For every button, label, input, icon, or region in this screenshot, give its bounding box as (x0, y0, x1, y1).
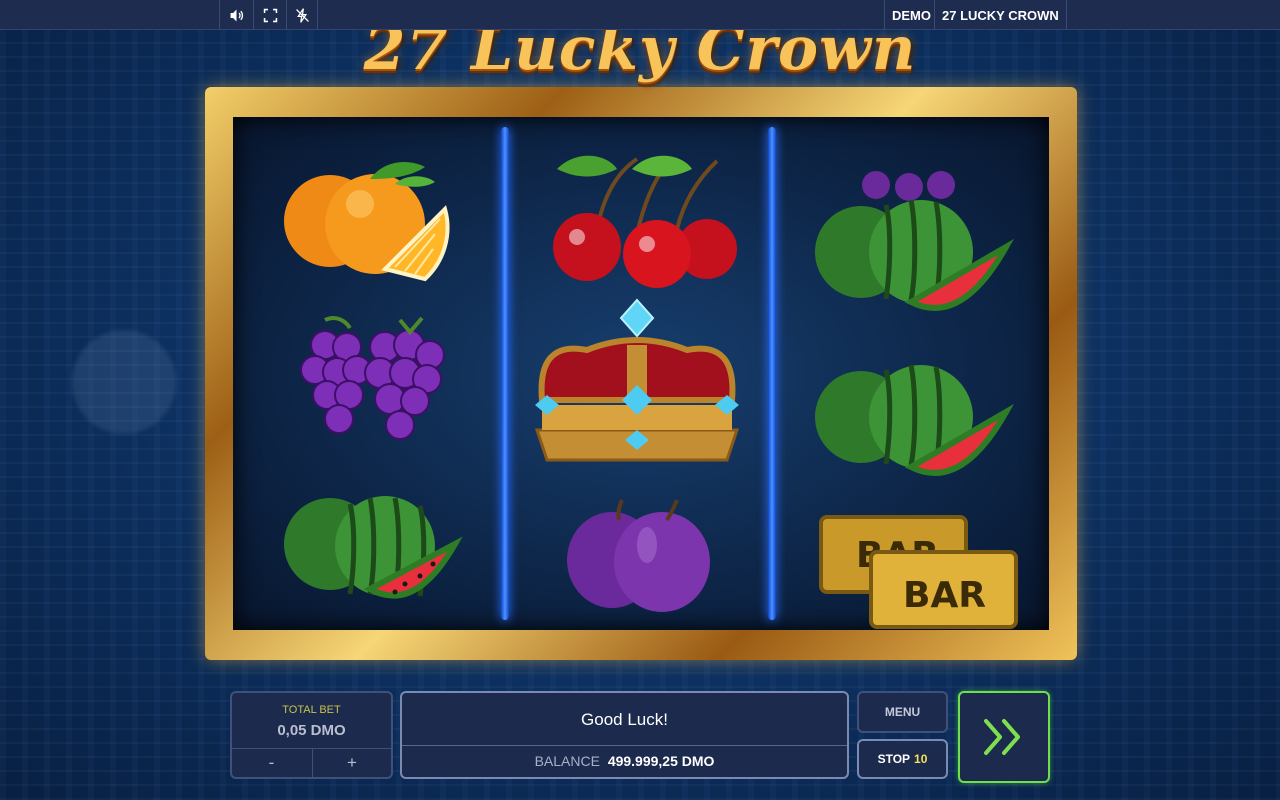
stop-label: STOP (877, 752, 911, 766)
symbol-watermelon (245, 469, 495, 629)
turbo-button[interactable] (286, 0, 318, 30)
decrease-bet-button[interactable]: - (232, 749, 311, 777)
balance-value: 499.999,25 DMO (607, 753, 715, 769)
fullscreen-button[interactable] (253, 0, 286, 30)
symbol-watermelon (786, 177, 1036, 337)
orange-icon (284, 162, 450, 282)
symbol-cherries (512, 139, 762, 299)
autoplay-count: 10 (914, 752, 928, 766)
watermelon-icon (284, 496, 463, 599)
cherries-icon (553, 155, 737, 288)
status-message: Good Luck! (581, 710, 668, 729)
divider (402, 745, 847, 746)
watermelon-icon (815, 199, 1015, 311)
game-name-label: 27 LUCKY CROWN (934, 0, 1067, 30)
double-chevron-right-icon (984, 719, 1020, 755)
background-glow (72, 330, 176, 434)
symbol-watermelon (786, 342, 1036, 502)
reel-area: BAR BAR (233, 117, 1049, 630)
plum-icon (567, 499, 710, 612)
bar-icon: BAR BAR (819, 515, 1018, 629)
reel-divider (768, 127, 776, 620)
increase-bet-button[interactable]: + (312, 749, 391, 777)
fullscreen-icon (263, 8, 277, 22)
demo-label: DEMO (884, 0, 938, 30)
reel-frame: BAR BAR (205, 87, 1077, 660)
symbol-orange (245, 139, 495, 299)
symbol-crown (512, 298, 762, 475)
top-bar: DEMO 27 LUCKY CROWN (0, 0, 1280, 30)
sound-icon (230, 9, 243, 21)
balance-label: BALANCE (534, 753, 600, 769)
sound-button[interactable] (219, 0, 252, 30)
balance-row: BALANCE 499.999,25 DMO (402, 753, 847, 769)
total-bet-label: TOTAL BET (282, 704, 341, 716)
reel-divider (501, 127, 509, 620)
message-panel: Good Luck! BALANCE 499.999,25 DMO (400, 691, 849, 779)
watermelon-icon (815, 364, 1015, 476)
grapes-icon (300, 316, 445, 440)
svg-text:BAR: BAR (903, 575, 986, 616)
total-bet-value: 0,05 DMO (277, 722, 346, 739)
spin-button[interactable] (958, 691, 1050, 783)
symbol-grapes (245, 305, 495, 465)
total-bet-panel: TOTAL BET 0,05 DMO - + (230, 691, 393, 779)
symbol-bar: BAR BAR (786, 497, 1036, 630)
turbo-off-icon (295, 7, 309, 23)
menu-button[interactable]: MENU (857, 691, 948, 733)
autoplay-stop-button[interactable]: STOP 10 (857, 739, 948, 779)
crown-icon (534, 298, 740, 462)
symbol-plum (512, 475, 762, 630)
